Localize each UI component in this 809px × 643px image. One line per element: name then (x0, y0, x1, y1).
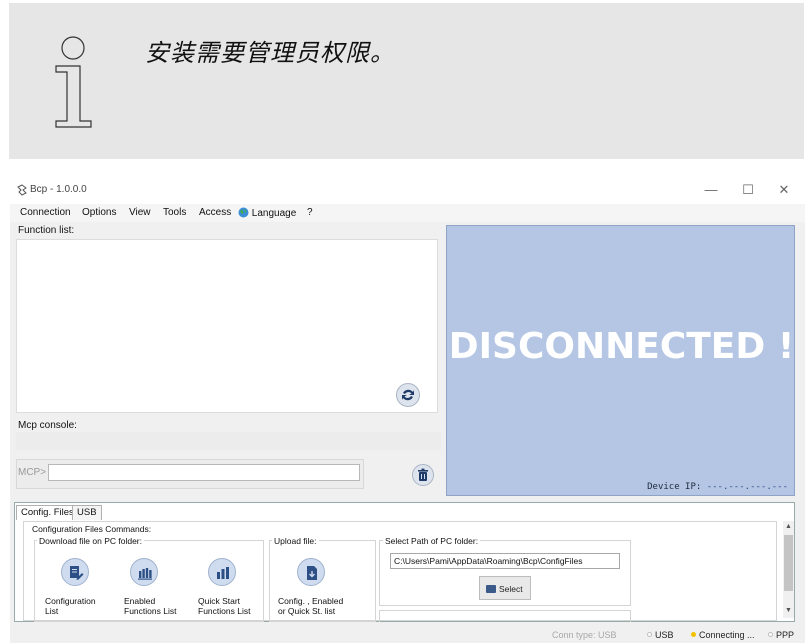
configuration-list-button[interactable] (61, 558, 89, 586)
download-group-title: Download file on PC folder: (37, 536, 145, 546)
tab-usb[interactable]: USB (72, 505, 102, 520)
upload-group-title: Upload file: (272, 536, 319, 546)
function-list-label: Function list: (18, 225, 75, 236)
mcp-prompt: MCP> (18, 467, 47, 478)
select-path-title: Select Path of PC folder: (383, 536, 481, 546)
configuration-list-label: Configuration List (45, 596, 96, 616)
select-folder-button[interactable]: Select (479, 576, 531, 600)
scroll-up-icon[interactable]: ▲ (784, 523, 793, 530)
menu-language-label: Language (251, 208, 297, 219)
clear-console-button[interactable] (412, 464, 434, 486)
upload-file-button[interactable] (297, 558, 325, 586)
enabled-functions-list-label: Enabled Functions List (124, 596, 177, 616)
connecting-status-dot (691, 632, 696, 637)
title-bar: Bcp - 1.0.0.0 — ☐ ✕ (10, 176, 805, 204)
pc-folder-path-input[interactable]: C:\Users\Pami\AppData\Roaming\Bcp\Config… (390, 553, 620, 569)
globe-icon (238, 207, 249, 218)
window-title: Bcp - 1.0.0.0 (30, 184, 87, 195)
scroll-down-icon[interactable]: ▼ (784, 607, 793, 614)
usb-status-dot (647, 632, 652, 637)
refresh-button[interactable] (396, 383, 420, 407)
device-ip-label: Device IP: (647, 482, 702, 492)
mcp-command-input[interactable] (48, 464, 360, 481)
app-window: Bcp - 1.0.0.0 — ☐ ✕ Connection Options V… (10, 176, 805, 643)
config-commands-title: Configuration Files Commands: (30, 524, 154, 534)
app-icon (17, 184, 27, 196)
quick-start-functions-list-label: Quick Start Functions List (198, 596, 251, 616)
conn-type: Conn type: USB (552, 630, 617, 640)
bar-chart-icon (217, 567, 229, 579)
menu-view[interactable]: View (129, 207, 151, 218)
menu-options[interactable]: Options (82, 207, 116, 218)
connecting-status: Connecting ... (691, 630, 755, 640)
tab-config-files[interactable]: Config. Files (16, 505, 79, 520)
vertical-scrollbar[interactable]: ▲ ▼ (783, 521, 794, 618)
enabled-functions-list-button[interactable] (130, 558, 158, 586)
ppp-status: PPP (768, 630, 794, 640)
note-text: 安装需要管理员权限。 (145, 39, 395, 67)
upload-file-label: Config. , Enabled or Quick St. list (278, 596, 344, 616)
usb-status: USB (647, 630, 674, 640)
document-edit-icon (70, 566, 84, 580)
connection-state: DISCONNECTED ! (448, 326, 795, 367)
connection-status-panel: DISCONNECTED ! Device IP: ---.---.---.--… (446, 225, 795, 496)
mcp-console-label: Mcp console: (18, 420, 77, 431)
mcp-console-output (16, 432, 441, 450)
select-folder-label: Select (499, 584, 523, 594)
menu-access[interactable]: Access (199, 207, 231, 218)
maximize-button[interactable]: ☐ (732, 180, 764, 200)
minimize-button[interactable]: — (695, 180, 727, 200)
info-icon (55, 36, 92, 128)
status-bar: Conn type: USB USB Connecting ... PPP (10, 624, 805, 643)
device-ip-value: ---.---.---.--- (706, 482, 788, 492)
trash-icon (418, 468, 428, 481)
quick-start-functions-list-button[interactable] (208, 558, 236, 586)
file-upload-icon (307, 566, 317, 580)
refresh-icon (402, 389, 414, 401)
menu-connection[interactable]: Connection (20, 207, 71, 218)
scrollbar-thumb[interactable] (784, 535, 793, 591)
close-button[interactable]: ✕ (768, 180, 800, 200)
device-ip: Device IP: ---.---.---.--- (647, 482, 788, 492)
folder-icon (486, 585, 496, 593)
ppp-status-dot (768, 632, 773, 637)
menu-tools[interactable]: Tools (163, 207, 186, 218)
admin-note: 安装需要管理员权限。 (9, 3, 804, 159)
menu-bar: Connection Options View Tools Access Lan… (10, 204, 805, 222)
menu-help[interactable]: ? (307, 207, 313, 218)
bar-list-icon (138, 568, 152, 580)
extra-group (379, 610, 631, 622)
function-list[interactable] (16, 239, 438, 413)
menu-language[interactable]: Language (238, 207, 296, 219)
